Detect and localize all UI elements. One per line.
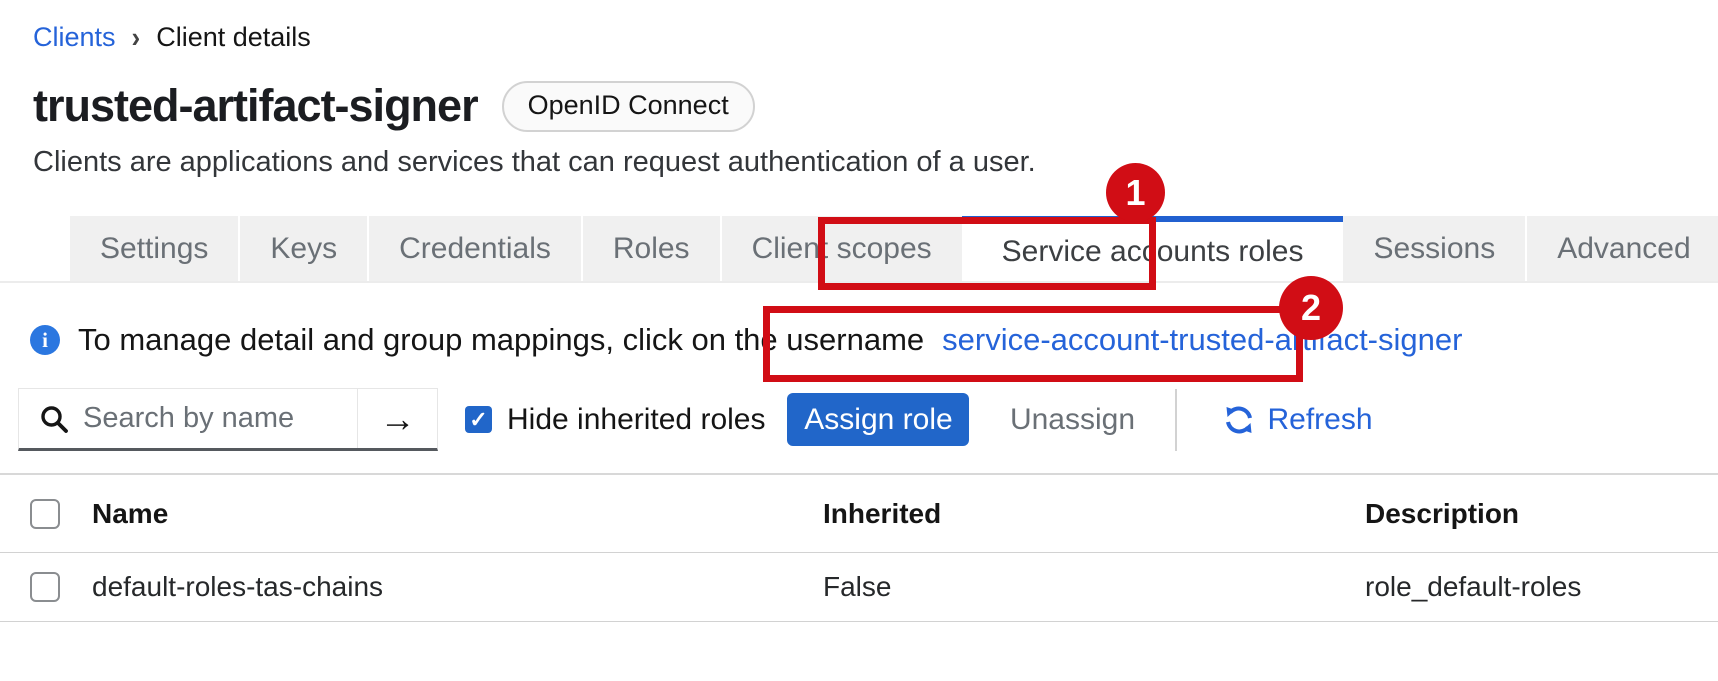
- page-subtitle: Clients are applications and services th…: [33, 146, 1036, 179]
- assign-role-button[interactable]: Assign role: [787, 393, 969, 446]
- breadcrumb-clients-link[interactable]: Clients: [33, 22, 116, 53]
- tab-advanced[interactable]: Advanced: [1525, 216, 1718, 281]
- roles-toolbar: → ✓ Hide inherited roles Assign role Una…: [18, 388, 1373, 451]
- cell-inherited: False: [823, 571, 1365, 603]
- unassign-button[interactable]: Unassign: [997, 403, 1147, 437]
- tab-settings[interactable]: Settings: [70, 216, 238, 281]
- tabs-underline: [0, 281, 1718, 283]
- column-header-name: Name: [92, 498, 823, 530]
- arrow-right-icon: →: [380, 398, 416, 440]
- tab-credentials[interactable]: Credentials: [367, 216, 581, 281]
- page-header: trusted-artifact-signer OpenID Connect: [33, 80, 755, 132]
- hide-inherited-label[interactable]: Hide inherited roles: [507, 403, 765, 437]
- client-tabs: Settings Keys Credentials Roles Client s…: [70, 216, 1718, 281]
- page-title: trusted-artifact-signer: [33, 80, 478, 132]
- refresh-label: Refresh: [1267, 403, 1372, 437]
- breadcrumb-current: Client details: [156, 22, 311, 53]
- search-input[interactable]: [83, 402, 357, 435]
- tab-client-scopes[interactable]: Client scopes: [720, 216, 962, 281]
- search-submit-button[interactable]: →: [357, 389, 437, 448]
- client-type-badge: OpenID Connect: [502, 81, 755, 132]
- info-banner: i To manage detail and group mappings, c…: [30, 322, 1462, 358]
- tab-keys[interactable]: Keys: [238, 216, 367, 281]
- roles-table: Name Inherited Description default-roles…: [0, 473, 1718, 622]
- column-header-inherited: Inherited: [823, 498, 1365, 530]
- search-icon: [39, 404, 69, 434]
- breadcrumb: Clients › Client details: [33, 22, 311, 53]
- row-checkbox[interactable]: [30, 572, 60, 602]
- tab-roles[interactable]: Roles: [581, 216, 720, 281]
- hide-inherited-checkbox[interactable]: ✓: [465, 406, 492, 433]
- tab-service-accounts-roles[interactable]: Service accounts roles: [962, 216, 1344, 281]
- tab-sessions[interactable]: Sessions: [1343, 216, 1525, 281]
- cell-description: role_default-roles: [1365, 571, 1718, 603]
- search-group: →: [18, 388, 438, 451]
- info-banner-text: To manage detail and group mappings, cli…: [78, 322, 924, 358]
- select-all-checkbox[interactable]: [30, 499, 60, 529]
- cell-role-name: default-roles-tas-chains: [92, 571, 823, 603]
- breadcrumb-separator-icon: ›: [132, 20, 141, 54]
- service-account-username-link[interactable]: service-account-trusted-artifact-signer: [942, 322, 1462, 358]
- info-icon: i: [30, 325, 60, 355]
- toolbar-divider: [1175, 389, 1177, 451]
- annotation-badge-2: 2: [1279, 276, 1343, 340]
- annotation-badge-1: 1: [1106, 163, 1165, 222]
- table-row: default-roles-tas-chains False role_defa…: [0, 553, 1718, 622]
- table-header-row: Name Inherited Description: [0, 473, 1718, 553]
- checkmark-icon: ✓: [469, 407, 487, 433]
- column-header-description: Description: [1365, 498, 1718, 530]
- refresh-button[interactable]: Refresh: [1223, 403, 1372, 437]
- refresh-icon: [1223, 404, 1255, 436]
